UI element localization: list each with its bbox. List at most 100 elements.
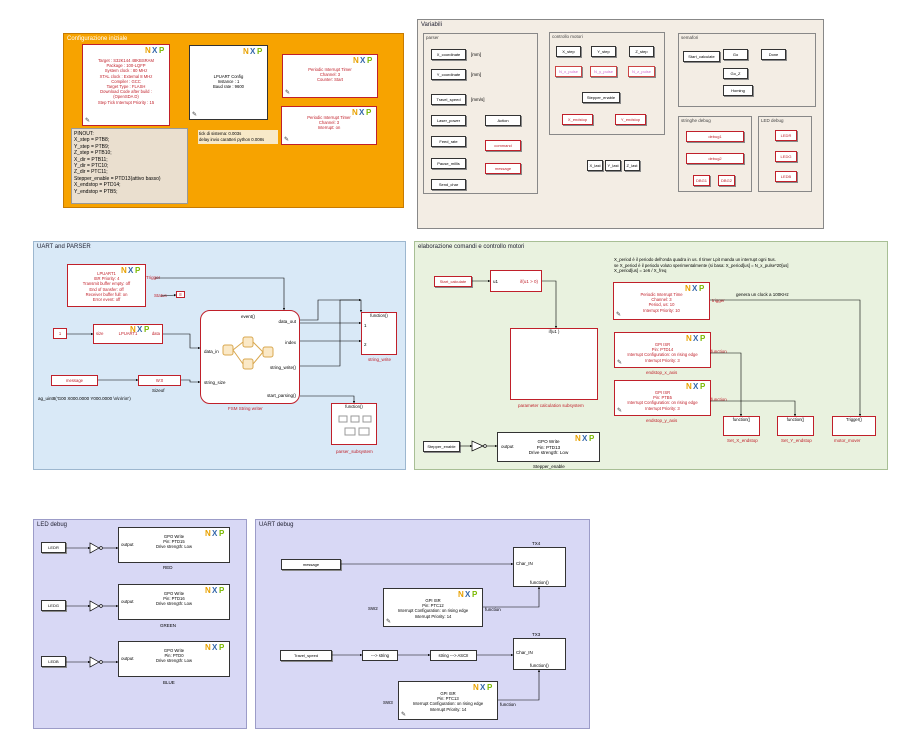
led-source-ledg[interactable]: LEDG: [41, 600, 66, 611]
pencil-icon: ✎: [85, 117, 91, 124]
var-pause-millis[interactable]: Pause_millis: [431, 158, 466, 169]
var-go[interactable]: Go: [723, 49, 748, 60]
var-stepper-enable[interactable]: Stepper_enable: [582, 92, 620, 103]
nxp-logo: NXP: [130, 325, 150, 334]
pencil-icon: ✎: [617, 359, 623, 366]
motor-mover-block[interactable]: Trigger(): [832, 416, 876, 436]
var-action[interactable]: Action: [485, 115, 521, 126]
tx3-char-in-block[interactable]: Char_IN function(): [513, 638, 566, 670]
var-done[interactable]: Done: [761, 49, 786, 60]
endstop-y-label: endstop_y_axis: [646, 418, 678, 423]
nxp-logo: NXP: [205, 586, 225, 595]
var-x-coordinate[interactable]: X_coordinate: [431, 49, 466, 60]
var-x-endstop[interactable]: X_endstop: [562, 114, 593, 125]
motor-mover-label: motor_mover: [834, 438, 861, 443]
pencil-icon: ✎: [401, 711, 407, 718]
var-n-x-pulse[interactable]: N_x_pulse: [555, 66, 582, 77]
lpuart-config-block[interactable]: NXP LPUART Config Instance : 1 Baud rate :…: [189, 45, 268, 120]
var-y-endstop[interactable]: Y_endstop: [615, 114, 646, 125]
var-laser-power[interactable]: Laser_power: [431, 115, 466, 126]
var-go-z[interactable]: Go_Z: [723, 68, 748, 79]
gpi-isr-sw3[interactable]: NXP GPI ISR Pin: PTC13 Interrupt Configura…: [398, 681, 498, 720]
period-note: X_period è il periodo dell'onda quadra i…: [614, 257, 789, 274]
var-dbg2[interactable]: DBG2: [718, 175, 735, 186]
gpo-stepper-enable[interactable]: NXP output GPO Write Pin: PTD13 Drive stre…: [497, 432, 600, 462]
led-source-ledb[interactable]: LEDB: [41, 656, 66, 667]
pit-counter-block[interactable]: NXP Periodic Interrupt Timer Channel: 3 Co…: [282, 54, 378, 98]
var-ledg[interactable]: LEDG: [775, 151, 797, 162]
sw3-label: SW3: [383, 700, 393, 705]
var-start-calculate[interactable]: Start_calculate: [683, 51, 720, 62]
var-x-last[interactable]: X_last: [587, 160, 603, 171]
param-calc-subsystem[interactable]: if(u1 ): [510, 328, 598, 400]
var-message[interactable]: message: [485, 163, 521, 174]
uart-travel-speed-source[interactable]: Travel_speed: [280, 650, 332, 661]
nxp-logo: NXP: [353, 56, 373, 65]
if-block[interactable]: u1 if(u1 > 0): [490, 270, 542, 292]
function-port: function: [711, 349, 727, 354]
to-string-block[interactable]: ---> string: [362, 650, 398, 661]
var-y-step[interactable]: Y_step: [591, 46, 616, 57]
area-title: Configurazione iniziale: [67, 36, 128, 42]
var-feed-rate[interactable]: Feed_rate: [431, 136, 466, 147]
terminator-icon: ≡: [176, 291, 185, 298]
nxp-logo: NXP: [686, 334, 706, 343]
var-command[interactable]: command: [485, 140, 521, 151]
nxp-logo: NXP: [121, 266, 141, 275]
var-z-step[interactable]: Z_step: [629, 46, 654, 57]
pit-interrupt-block[interactable]: NXP Periodic Interrupt Timer Channel: 3 In…: [281, 106, 377, 145]
var-ledb[interactable]: LEDB: [775, 171, 797, 182]
var-y-last[interactable]: Y_last: [605, 160, 621, 171]
var-debug1[interactable]: debug1: [686, 131, 744, 142]
gpi-isr-endstop-x[interactable]: NXP GPI ISR Pin: PTD14 Interrupt Configura…: [614, 332, 711, 368]
tx3-label: TX3: [532, 632, 541, 637]
nxp-logo: NXP: [473, 683, 493, 692]
string-to-ascii-block[interactable]: string ---> ASCII: [430, 650, 477, 661]
set-y-endstop-block[interactable]: function(): [777, 416, 814, 436]
set-y-label: Set_Y_endstop: [781, 438, 812, 443]
message-block[interactable]: message: [51, 375, 98, 386]
fsm-chart-icon: [222, 336, 274, 370]
var-travel-speed[interactable]: Travel_speed: [431, 94, 466, 105]
area-title: UART debug: [259, 522, 294, 528]
tx4-char-in-block[interactable]: Char_IN function(): [513, 547, 566, 587]
var-ledr[interactable]: LEDR: [775, 130, 797, 141]
var-n-z-pulse[interactable]: N_z_pulse: [628, 66, 655, 77]
fsm-string-writer[interactable]: event() data_in string_size data_out ind…: [200, 310, 300, 404]
nxp-logo: NXP: [352, 108, 372, 117]
uart-message-source[interactable]: message: [281, 559, 341, 570]
sizeof-label: Sizeof: [152, 388, 165, 393]
parser-subsystem-block[interactable]: function(): [331, 403, 377, 445]
var-dbg1[interactable]: DBG1: [693, 175, 710, 186]
stepper-enable-source[interactable]: Stepper_enable: [423, 441, 460, 452]
led-source-ledr[interactable]: LEDR: [41, 542, 66, 553]
data-port: data: [151, 331, 160, 336]
config-target-block[interactable]: NXP Target : S32K144 48KBSRAM Package : 1…: [82, 44, 170, 126]
string-write-block[interactable]: function() 1 2: [361, 312, 397, 355]
var-debug2[interactable]: debug2: [686, 153, 744, 164]
nxp-logo: NXP: [575, 434, 595, 443]
var-z-last[interactable]: Z_last: [624, 160, 640, 171]
gpo-blue[interactable]: NXP output GPO Write Pin: PTD0 Drive stren…: [118, 641, 230, 677]
gpo-red[interactable]: NXP output GPO Write Pin: PTD15 Drive stre…: [118, 527, 230, 563]
gpi-isr-sw2[interactable]: NXP GPI ISR Pin: PTC12 Interrupt Configura…: [383, 588, 483, 627]
target-lines: Target : S32K144 48KBSRAM Package : 100-L…: [97, 58, 155, 105]
area-title: Variabili: [421, 22, 442, 28]
var-send-char[interactable]: Send_char: [431, 179, 466, 190]
gpo-green[interactable]: NXP output GPO Write Pin: PTD16 Drive stre…: [118, 584, 230, 620]
var-x-step[interactable]: X_step: [556, 46, 581, 57]
start-calculate-block[interactable]: Start_calculate: [434, 276, 472, 287]
w0-block[interactable]: W:0: [138, 375, 181, 386]
set-x-endstop-block[interactable]: function(): [723, 416, 760, 436]
fsm-title: FSM String writer: [228, 406, 263, 411]
pit-period-block[interactable]: NXP Periodic Interrupt Time Channel: 3 Per…: [613, 282, 710, 320]
led-blue-label: BLUE: [163, 680, 175, 685]
unit-label: [mm]: [471, 52, 481, 57]
gpi-isr-endstop-y[interactable]: NXP GPI ISR Pin: PTB5 Interrupt Configurat…: [614, 380, 711, 416]
var-n-y-pulse[interactable]: N_y_pulse: [590, 66, 617, 77]
var-homing[interactable]: Homing: [723, 85, 753, 96]
lpuart1-isr-block[interactable]: NXP LPUART1 ISR Priority: 4 Transmit buffe…: [67, 264, 146, 307]
const-one[interactable]: 1: [53, 328, 67, 339]
var-y-coordinate[interactable]: Y_coordinate: [431, 69, 466, 80]
lpuart-receive-block[interactable]: size LPUART1 data NXP: [93, 324, 163, 344]
